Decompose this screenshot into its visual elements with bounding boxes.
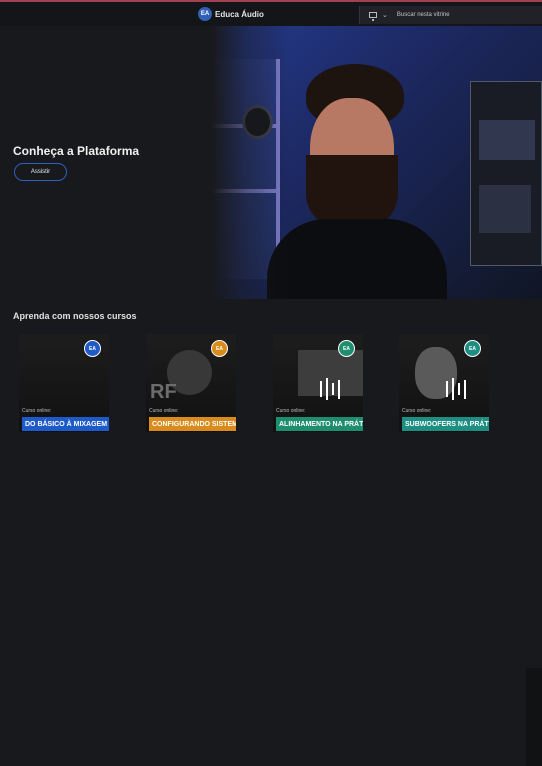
audio-levels-icon	[446, 377, 480, 401]
course-label: Curso online:	[22, 408, 52, 414]
search-input[interactable]: Buscar nesta vitrine	[397, 12, 450, 18]
audio-levels-icon	[320, 377, 354, 401]
course-title: DO BÁSICO À MIXAGEM	[22, 417, 109, 431]
course-title: SUBWOOFERS NA PRÁTICA	[402, 417, 489, 431]
course-card[interactable]: EA Curso online: DO BÁSICO À MIXAGEM	[19, 334, 109, 432]
courses-section-title: Aprenda com nossos cursos	[13, 311, 137, 321]
monitor-icon[interactable]	[369, 12, 377, 21]
course-title: CONFIGURANDO SISTEMAS	[149, 417, 236, 431]
course-card[interactable]: EA Curso online: SUBWOOFERS NA PRÁTICA	[399, 334, 489, 432]
course-card[interactable]: EA Curso online: ALINHAMENTO NA PRÁTICA	[273, 334, 363, 432]
course-label: Curso online:	[276, 408, 306, 414]
search-bar[interactable]: ⌄ Buscar nesta vitrine	[359, 6, 542, 24]
hero-gradient	[0, 26, 542, 299]
hero-title: Conheça a Plataforma	[13, 144, 140, 158]
brand-badge-icon: EA	[198, 7, 212, 21]
course-label: Curso online:	[149, 408, 179, 414]
course-title: ALINHAMENTO NA PRÁTICA	[276, 417, 363, 431]
brand-name: Educa Áudio	[215, 9, 264, 19]
course-badge-icon: EA	[338, 340, 355, 357]
course-rf-mark: RF	[150, 381, 177, 403]
courses-carousel: EA Curso online: DO BÁSICO À MIXAGEM RF …	[0, 334, 542, 766]
course-badge-icon: EA	[84, 340, 101, 357]
hero-banner: Conheça a Plataforma Assistir ‹	[0, 26, 542, 299]
course-badge-icon: EA	[464, 340, 481, 357]
course-badge-icon: EA	[211, 340, 228, 357]
brand-logo[interactable]: EA Educa Áudio	[198, 7, 264, 21]
course-card-partial[interactable]	[526, 668, 542, 766]
top-navigation: EA Educa Áudio ⌄ Buscar nesta vitrine	[0, 0, 542, 26]
course-label: Curso online:	[402, 408, 432, 414]
watch-button[interactable]: Assistir	[14, 163, 67, 181]
chevron-down-icon[interactable]: ⌄	[382, 11, 388, 19]
course-card[interactable]: RF EA Curso online: CONFIGURANDO SISTEMA…	[146, 334, 236, 432]
